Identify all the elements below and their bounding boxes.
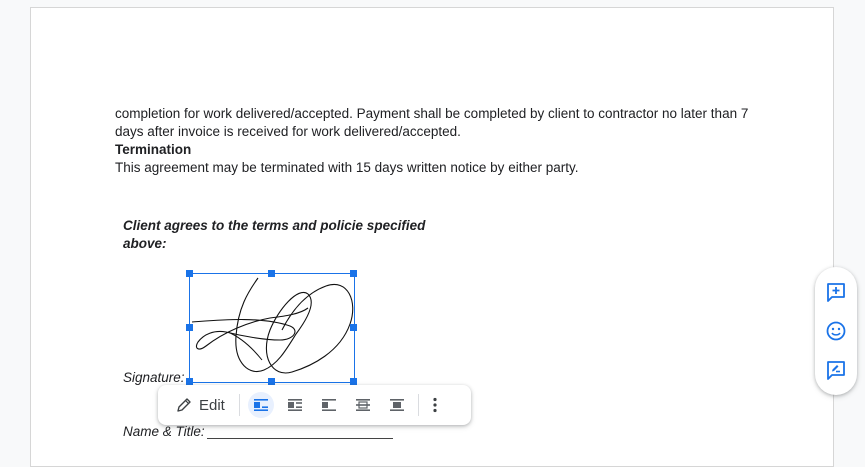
emoji-reaction-button[interactable]	[825, 320, 847, 342]
in-front-of-text-button[interactable]	[384, 392, 410, 418]
side-actions-panel	[815, 267, 857, 395]
resize-handle-top[interactable]	[268, 270, 275, 277]
resize-handle-bottom-right[interactable]	[350, 378, 357, 385]
add-comment-icon	[827, 283, 845, 302]
agreement-text: Client agrees to the terms and policie s…	[123, 218, 426, 251]
inline-icon	[253, 399, 268, 411]
name-title-underline	[207, 438, 393, 439]
toolbar-divider	[417, 394, 419, 416]
behind-text-icon	[355, 399, 370, 411]
signature-image[interactable]	[189, 273, 355, 383]
wrap-text-button[interactable]	[282, 392, 308, 418]
resize-handle-bottom-left[interactable]	[186, 378, 193, 385]
more-options-icon	[433, 397, 437, 413]
name-title-label: Name & Title:	[123, 424, 205, 439]
suggest-edits-icon	[827, 361, 845, 380]
edit-image-button[interactable]: Edit	[176, 397, 225, 414]
toolbar-divider	[238, 394, 240, 416]
signature-drawing	[191, 277, 354, 374]
signature-label: Signature:	[123, 370, 185, 385]
inline-button[interactable]	[247, 392, 274, 418]
add-comment-button[interactable]	[825, 281, 847, 303]
resize-handle-top-right[interactable]	[350, 270, 357, 277]
resize-handle-top-left[interactable]	[186, 270, 193, 277]
termination-heading: Termination	[115, 142, 192, 157]
document-body: completion for work delivered/accepted. …	[115, 105, 755, 177]
in-front-of-text-icon	[389, 399, 404, 411]
suggest-edits-button[interactable]	[825, 359, 847, 381]
behind-text-button[interactable]	[350, 392, 376, 418]
more-options-button[interactable]	[425, 392, 445, 418]
resize-handle-right[interactable]	[350, 324, 357, 331]
image-options-toolbar: Edit	[158, 385, 471, 425]
resize-handle-left[interactable]	[186, 324, 193, 331]
edit-label: Edit	[199, 396, 225, 414]
wrap-text-icon	[287, 399, 302, 411]
emoji-reaction-icon	[826, 321, 846, 341]
break-text-icon	[321, 399, 336, 411]
termination-paragraph: This agreement may be terminated with 15…	[115, 160, 579, 175]
pencil-icon	[177, 398, 191, 412]
resize-handle-bottom[interactable]	[268, 378, 275, 385]
break-text-button[interactable]	[316, 392, 342, 418]
payment-paragraph: completion for work delivered/accepted. …	[115, 106, 749, 139]
